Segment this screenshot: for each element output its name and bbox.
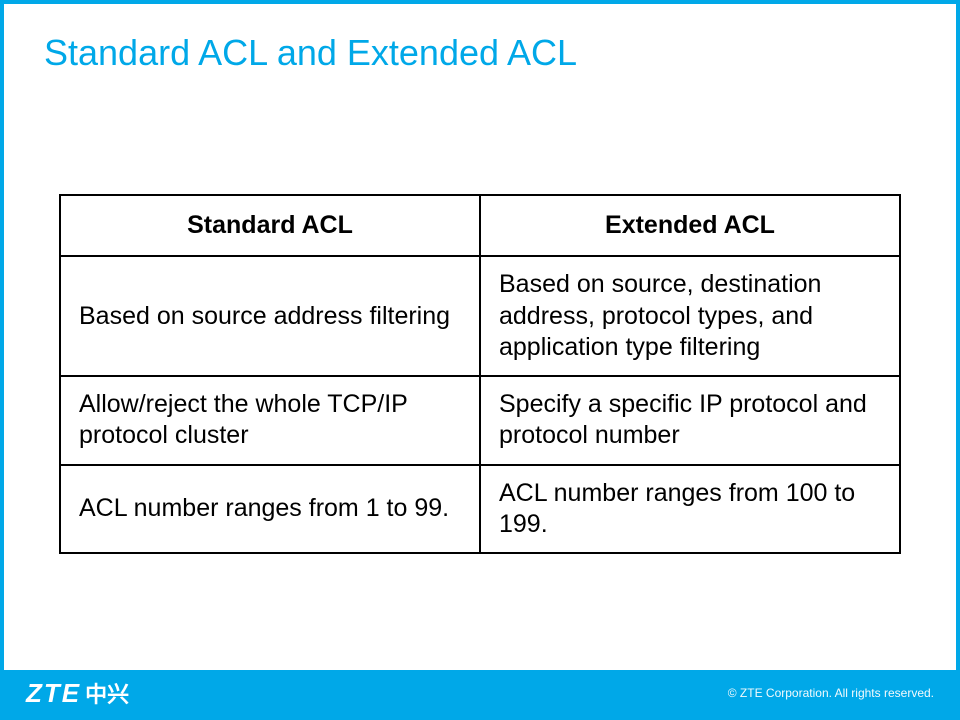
table-row: Based on source address filtering Based … [60,256,900,376]
comparison-table-wrap: Standard ACL Extended ACL Based on sourc… [59,194,901,554]
table-row: ACL number ranges from 1 to 99. ACL numb… [60,465,900,554]
table-header-row: Standard ACL Extended ACL [60,195,900,256]
zte-logo: ZTE 中兴 [26,677,129,709]
copyright-text: © ZTE Corporation. All rights reserved. [728,686,934,700]
cell-standard: Based on source address filtering [60,256,480,376]
logo-text-en: ZTE [26,678,81,709]
col-header-standard: Standard ACL [60,195,480,256]
footer-bar: ZTE 中兴 © ZTE Corporation. All rights res… [4,670,956,716]
cell-extended: ACL number ranges from 100 to 199. [480,465,900,554]
cell-extended: Based on source, destination address, pr… [480,256,900,376]
slide-title: Standard ACL and Extended ACL [4,4,956,74]
comparison-table: Standard ACL Extended ACL Based on sourc… [59,194,901,554]
cell-standard: ACL number ranges from 1 to 99. [60,465,480,554]
cell-extended: Specify a specific IP protocol and proto… [480,376,900,465]
slide: Standard ACL and Extended ACL Standard A… [0,0,960,720]
col-header-extended: Extended ACL [480,195,900,256]
logo-text-cn: 中兴 [85,677,129,709]
cell-standard: Allow/reject the whole TCP/IP protocol c… [60,376,480,465]
table-row: Allow/reject the whole TCP/IP protocol c… [60,376,900,465]
